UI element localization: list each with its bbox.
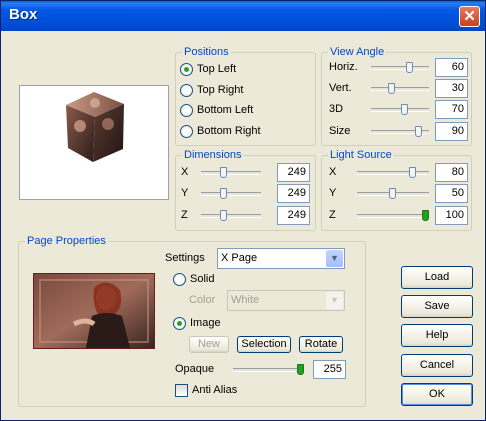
radio-indicator[interactable] xyxy=(173,272,186,286)
save-button[interactable]: Save xyxy=(401,295,473,318)
slider-thumb[interactable] xyxy=(406,62,413,73)
slider-thumb[interactable] xyxy=(220,188,227,199)
chevron-down-icon[interactable]: ▼ xyxy=(326,250,343,267)
help-button[interactable]: Help xyxy=(401,324,473,347)
settings-select-value: X Page xyxy=(221,252,258,264)
radio-indicator[interactable] xyxy=(180,62,193,76)
light-x-slider[interactable] xyxy=(357,167,429,178)
solid-label: Solid xyxy=(190,273,215,285)
box-dialog: Box ✕ Positions Top Left Top Right Botto… xyxy=(0,0,486,421)
settings-label: Settings xyxy=(165,252,205,264)
dimension-y-label: Y xyxy=(181,187,189,199)
page-properties-title: Page Properties xyxy=(25,235,108,247)
light-source-title: Light Source xyxy=(328,149,394,161)
view-angle-size-input[interactable]: 90 xyxy=(435,122,468,141)
view-angle-vert-slider[interactable] xyxy=(371,83,429,94)
light-z-slider[interactable] xyxy=(357,210,429,221)
view-angle-3d-slider[interactable] xyxy=(371,104,429,115)
dimension-z-label: Z xyxy=(181,209,188,221)
rotate-button[interactable]: Rotate xyxy=(299,336,343,353)
new-button[interactable]: New xyxy=(189,336,229,353)
position-bottom-right-radio[interactable]: Bottom Right xyxy=(180,123,261,139)
opaque-label: Opaque xyxy=(175,363,215,375)
slider-thumb[interactable] xyxy=(422,210,429,221)
slider-thumb[interactable] xyxy=(388,83,395,94)
light-y-label: Y xyxy=(329,187,337,199)
view-angle-size-label: Size xyxy=(329,125,351,137)
view-angle-3d-input[interactable]: 70 xyxy=(435,100,468,119)
light-y-input[interactable]: 50 xyxy=(435,184,468,203)
position-top-left-label: Top Left xyxy=(197,63,237,75)
view-angle-vert-label: Vert. xyxy=(329,82,352,94)
dimension-z-input[interactable]: 249 xyxy=(277,206,310,225)
view-angle-vert-input[interactable]: 30 xyxy=(435,79,468,98)
view-angle-3d-label: 3D xyxy=(329,103,344,115)
color-label: Color xyxy=(189,294,216,306)
color-select[interactable]: White ▼ xyxy=(227,290,345,311)
cube-preview-image xyxy=(66,92,124,162)
page-image xyxy=(34,274,154,348)
slider-thumb[interactable] xyxy=(415,126,422,137)
dimension-y-input[interactable]: 249 xyxy=(277,184,310,203)
slider-thumb[interactable] xyxy=(409,167,416,178)
dimension-x-slider[interactable] xyxy=(201,167,261,178)
light-z-label: Z xyxy=(329,209,336,221)
page-image-preview xyxy=(33,273,155,349)
opaque-slider[interactable] xyxy=(233,364,304,375)
selection-button[interactable]: Selection xyxy=(237,336,291,353)
position-bottom-right-label: Bottom Right xyxy=(197,125,261,137)
position-bottom-left-radio[interactable]: Bottom Left xyxy=(180,102,253,118)
view-angle-horiz-input[interactable]: 60 xyxy=(435,58,468,77)
light-x-input[interactable]: 80 xyxy=(435,163,468,182)
anti-alias-label: Anti Alias xyxy=(192,384,238,396)
cancel-button[interactable]: Cancel xyxy=(401,354,473,377)
view-angle-horiz-label: Horiz. xyxy=(329,61,358,73)
dimension-x-input[interactable]: 249 xyxy=(277,163,310,182)
close-button[interactable]: ✕ xyxy=(459,6,480,27)
slider-thumb[interactable] xyxy=(220,210,227,221)
position-top-left-radio[interactable]: Top Left xyxy=(180,61,236,77)
view-angle-size-slider[interactable] xyxy=(371,126,429,137)
window-title: Box xyxy=(9,6,38,23)
title-bar[interactable]: Box ✕ xyxy=(1,1,485,31)
light-z-input[interactable]: 100 xyxy=(435,206,468,225)
color-select-value: White xyxy=(231,294,260,306)
radio-indicator[interactable] xyxy=(173,316,186,330)
cube-preview xyxy=(19,85,169,200)
load-button[interactable]: Load xyxy=(401,266,473,289)
position-top-right-radio[interactable]: Top Right xyxy=(180,82,243,98)
radio-indicator[interactable] xyxy=(180,124,193,138)
dimension-x-label: X xyxy=(181,166,189,178)
chevron-down-icon[interactable]: ▼ xyxy=(326,292,343,309)
slider-thumb[interactable] xyxy=(389,188,396,199)
dimension-z-slider[interactable] xyxy=(201,210,261,221)
image-label: Image xyxy=(190,317,221,329)
radio-indicator[interactable] xyxy=(180,83,193,97)
slider-thumb[interactable] xyxy=(297,364,304,375)
opaque-input[interactable]: 255 xyxy=(313,360,346,379)
dimension-y-slider[interactable] xyxy=(201,188,261,199)
position-bottom-left-label: Bottom Left xyxy=(197,104,254,116)
light-x-label: X xyxy=(329,166,337,178)
anti-alias-checkbox[interactable]: Anti Alias xyxy=(175,382,237,398)
view-angle-title: View Angle xyxy=(328,46,387,58)
close-icon: ✕ xyxy=(463,8,476,25)
ok-button[interactable]: OK xyxy=(401,383,473,406)
solid-radio[interactable]: Solid xyxy=(173,271,214,287)
image-radio[interactable]: Image xyxy=(173,315,221,331)
positions-title: Positions xyxy=(182,46,231,58)
dimensions-title: Dimensions xyxy=(182,149,244,161)
settings-select[interactable]: X Page ▼ xyxy=(217,248,345,269)
position-top-right-label: Top Right xyxy=(197,84,244,96)
light-y-slider[interactable] xyxy=(357,188,429,199)
slider-thumb[interactable] xyxy=(220,167,227,178)
radio-indicator[interactable] xyxy=(180,103,193,117)
slider-thumb[interactable] xyxy=(401,104,408,115)
checkbox-indicator[interactable] xyxy=(175,383,188,397)
view-angle-horiz-slider[interactable] xyxy=(371,62,429,73)
